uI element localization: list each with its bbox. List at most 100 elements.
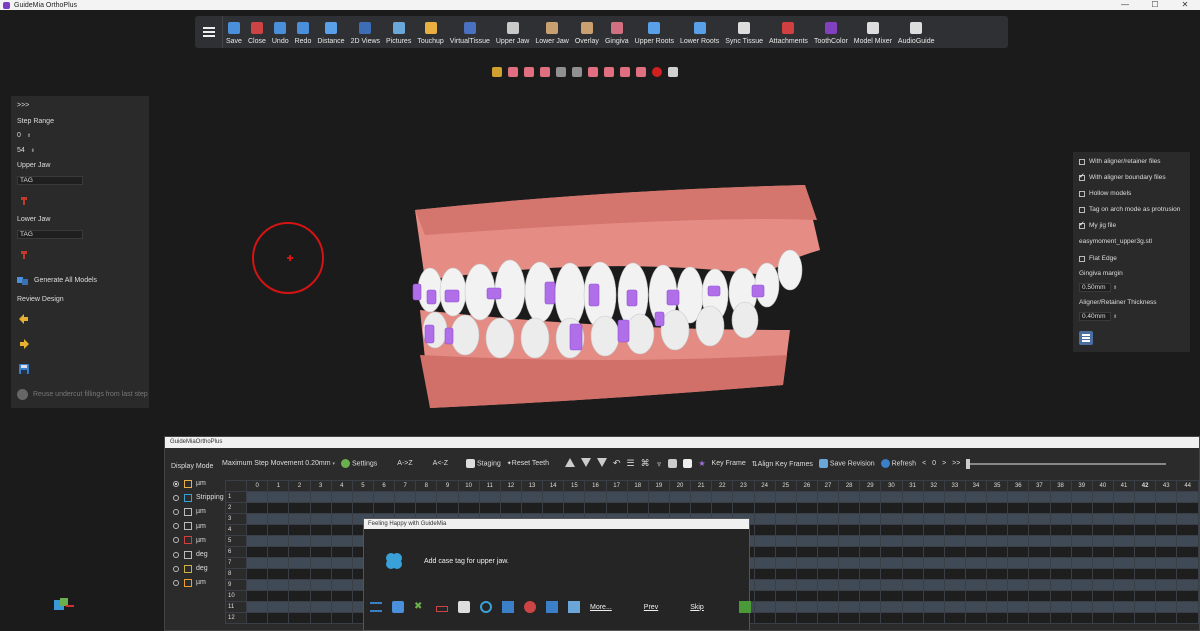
grid-cell[interactable]	[267, 513, 290, 525]
grid-cell[interactable]	[1007, 590, 1030, 602]
grid-cell[interactable]	[922, 524, 945, 536]
tag-tooth-icon[interactable]	[19, 196, 29, 206]
grid-cell[interactable]	[1070, 557, 1093, 569]
grid-cell[interactable]	[246, 491, 269, 503]
grid-cell[interactable]	[1091, 513, 1114, 525]
toolbar-touchup-button[interactable]: Touchup	[414, 16, 446, 48]
grid-cell[interactable]	[732, 502, 755, 514]
grid-cell[interactable]	[964, 590, 988, 602]
grid-cell[interactable]	[394, 502, 417, 514]
grid-cell[interactable]	[901, 557, 924, 569]
column-header[interactable]: 33	[943, 480, 966, 492]
grid-cell[interactable]	[943, 502, 966, 514]
grid-cell[interactable]	[1134, 601, 1157, 613]
grid-cell[interactable]	[267, 535, 290, 547]
grid-cell[interactable]	[880, 590, 903, 602]
grid-cell[interactable]	[943, 513, 966, 525]
grid-cell[interactable]	[880, 513, 903, 525]
grid-cell[interactable]	[1007, 535, 1030, 547]
grid-cell[interactable]	[1070, 579, 1093, 591]
key-frame-button[interactable]: Key Frame	[712, 460, 746, 467]
grid-cell[interactable]	[816, 491, 840, 503]
grid-cell[interactable]	[288, 568, 311, 580]
grid-cell[interactable]	[330, 590, 353, 602]
display-mode-radio[interactable]	[173, 579, 179, 586]
column-header[interactable]: 25	[774, 480, 797, 492]
column-header[interactable]: 16	[584, 480, 607, 492]
grid-cell[interactable]	[880, 524, 903, 536]
row-header[interactable]: 6	[224, 546, 248, 558]
grid-cell[interactable]	[922, 535, 945, 547]
toolbar-lower-roots-button[interactable]: Lower Roots	[677, 16, 722, 48]
grid-cell[interactable]	[351, 502, 375, 514]
grid-cell[interactable]	[1070, 568, 1093, 580]
display-mode-option[interactable]: deg	[173, 549, 208, 560]
grid-cell[interactable]	[246, 502, 269, 514]
grid-cell[interactable]	[943, 524, 966, 536]
grid-cell[interactable]	[986, 502, 1009, 514]
column-header[interactable]: 37	[1028, 480, 1051, 492]
step-to-spinner[interactable]: 54 ⬍	[17, 147, 35, 154]
grid-cell[interactable]	[1112, 546, 1136, 558]
grid-cell[interactable]	[1070, 524, 1093, 536]
grid-cell[interactable]	[330, 491, 353, 503]
grid-cell[interactable]	[1112, 491, 1136, 503]
view-preset-icon[interactable]	[636, 67, 646, 77]
menu-icon[interactable]	[370, 602, 382, 612]
grid-cell[interactable]	[246, 546, 269, 558]
grid-cell[interactable]	[922, 601, 945, 613]
option-checkbox[interactable]	[1079, 220, 1085, 229]
row-header[interactable]: 5	[224, 535, 248, 547]
grid-cell[interactable]	[1134, 524, 1157, 536]
toolbar-overlay-button[interactable]: Overlay	[572, 16, 602, 48]
grid-cell[interactable]	[838, 491, 861, 503]
column-header[interactable]: 19	[647, 480, 670, 492]
column-header[interactable]: 42	[1134, 480, 1157, 492]
grid-cell[interactable]	[267, 502, 290, 514]
grid-cell[interactable]	[1091, 535, 1114, 547]
grid-cell[interactable]	[1091, 579, 1114, 591]
grid-cell[interactable]	[774, 513, 797, 525]
step-from-spinner[interactable]: 0 ⬍	[17, 132, 31, 139]
grid-cell[interactable]	[288, 601, 311, 613]
grid-cell[interactable]	[1028, 491, 1051, 503]
column-header[interactable]: 26	[795, 480, 818, 492]
grid-cell[interactable]	[1091, 502, 1114, 514]
row-header[interactable]: 1	[224, 491, 248, 503]
tooth-icon[interactable]	[458, 601, 470, 613]
grid-cell[interactable]	[246, 568, 269, 580]
grid-cell[interactable]	[838, 524, 861, 536]
grid-cell[interactable]	[816, 546, 840, 558]
grid-cell[interactable]	[1134, 579, 1157, 591]
gallery-icon[interactable]	[568, 601, 580, 613]
grid-cell[interactable]	[1007, 601, 1030, 613]
view-preset-icon[interactable]	[604, 67, 614, 77]
grid-cell[interactable]	[1155, 535, 1178, 547]
row-header[interactable]: 8	[224, 568, 248, 580]
column-header[interactable]: 7	[394, 480, 417, 492]
skip-link[interactable]: Skip	[690, 604, 704, 611]
grid-cell[interactable]	[309, 535, 332, 547]
step-slider[interactable]	[966, 458, 1167, 469]
grid-cell[interactable]	[964, 601, 988, 613]
grid-cell[interactable]	[267, 568, 290, 580]
grid-cell[interactable]	[1155, 557, 1178, 569]
grid-cell[interactable]	[986, 491, 1009, 503]
collapse-toggle[interactable]: >>>	[17, 102, 29, 109]
grid-cell[interactable]	[1049, 590, 1072, 602]
column-header[interactable]: 32	[922, 480, 945, 492]
thickness-spinner[interactable]: 0.40mm ⬍	[1079, 312, 1117, 321]
grid-cell[interactable]	[436, 491, 459, 503]
grid-cell[interactable]	[901, 568, 924, 580]
column-header[interactable]: 17	[605, 480, 628, 492]
grid-cell[interactable]	[901, 524, 924, 536]
grid-cell[interactable]	[499, 491, 522, 503]
row-header[interactable]: 2	[224, 502, 248, 514]
grid-cell[interactable]	[330, 502, 353, 514]
grid-cell[interactable]	[922, 557, 945, 569]
grid-cell[interactable]	[330, 524, 353, 536]
grid-cell[interactable]	[859, 546, 882, 558]
display-mode-radio[interactable]	[173, 480, 179, 487]
grid-cell[interactable]	[816, 601, 840, 613]
settings-button[interactable]: Settings	[341, 459, 377, 468]
